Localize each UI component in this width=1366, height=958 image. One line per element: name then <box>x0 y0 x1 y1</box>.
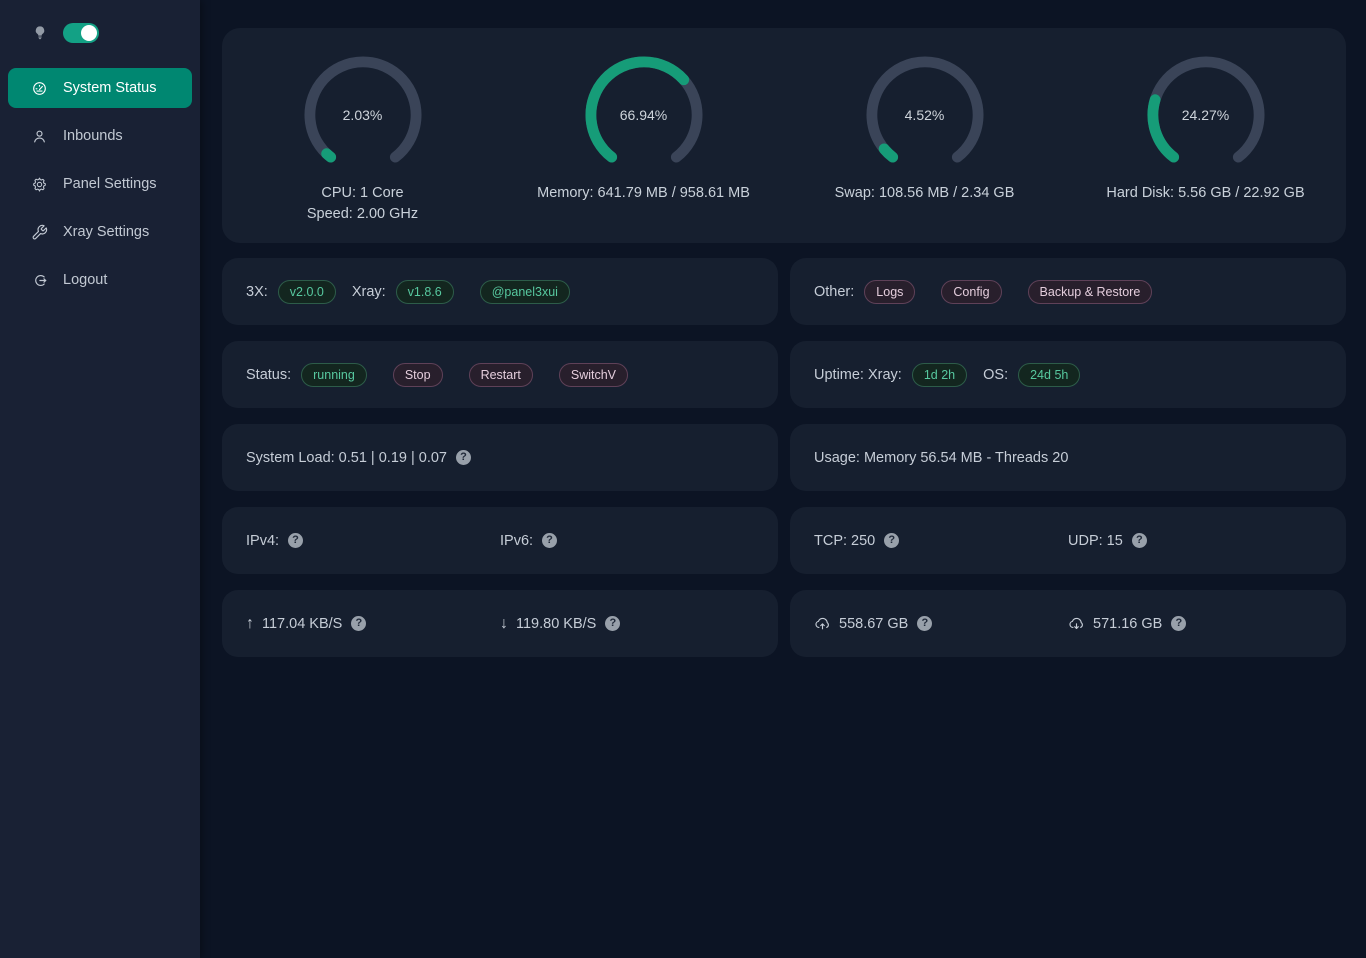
sidebar-item-inbounds[interactable]: Inbounds <box>8 116 192 156</box>
system-load-text: System Load: 0.51 | 0.19 | 0.07 <box>246 450 447 466</box>
status-badge: running <box>301 363 367 387</box>
label-other: Other: <box>814 284 854 300</box>
usage-card: Usage: Memory 56.54 MB - Threads 20 <box>790 424 1346 491</box>
question-circle-icon[interactable]: ? <box>605 616 620 631</box>
toggle-knob <box>81 25 97 41</box>
udp-count: UDP: 15 <box>1068 533 1123 549</box>
ipv6-label: IPv6: <box>500 533 533 549</box>
question-circle-icon[interactable]: ? <box>288 533 303 548</box>
resource-gauges-card: 2.03% CPU: 1 CoreSpeed: 2.00 GHz 66.94% … <box>222 28 1346 243</box>
ip-card: IPv4: ? IPv6: ? <box>222 507 778 574</box>
info-grid: 3X: v2.0.0 Xray: v1.8.6 @panel3xui Other… <box>222 258 1346 657</box>
status-card: Status: running Stop Restart SwitchV <box>222 341 778 408</box>
download-speed: 119.80 KB/S <box>516 616 596 632</box>
download-speed-group: ↓ 119.80 KB/S ? <box>500 615 754 633</box>
xray-version-tag[interactable]: v1.8.6 <box>396 280 454 304</box>
question-circle-icon[interactable]: ? <box>351 616 366 631</box>
udp-group: UDP: 15 ? <box>1068 533 1322 549</box>
usage-text: Usage: Memory 56.54 MB - Threads 20 <box>814 450 1068 466</box>
sidebar-item-logout[interactable]: Logout <box>8 260 192 300</box>
arrow-up-icon: ↑ <box>246 615 254 633</box>
sidebar: System Status Inbounds Panel Settings Xr… <box>0 0 200 958</box>
sidebar-item-label: Panel Settings <box>63 176 157 192</box>
arrow-down-icon: ↓ <box>500 615 508 633</box>
question-circle-icon[interactable]: ? <box>917 616 932 631</box>
sidebar-item-label: Logout <box>63 272 107 288</box>
gear-icon <box>31 176 48 193</box>
net-speed-card: ↑ 117.04 KB/S ? ↓ 119.80 KB/S ? <box>222 590 778 657</box>
light-bulb-icon <box>31 22 49 44</box>
sidebar-item-label: Xray Settings <box>63 224 149 240</box>
ipv4-label: IPv4: <box>246 533 279 549</box>
connections-card: TCP: 250 ? UDP: 15 ? <box>790 507 1346 574</box>
ipv6-group: IPv6: ? <box>500 533 754 549</box>
total-sent: 558.67 GB <box>839 616 908 632</box>
system-status-page: 2.03% CPU: 1 CoreSpeed: 2.00 GHz 66.94% … <box>200 0 1366 958</box>
xray-uptime-badge: 1d 2h <box>912 363 967 387</box>
total-received-group: 571.16 GB ? <box>1068 615 1322 632</box>
tcp-count: TCP: 250 <box>814 533 875 549</box>
logs-button[interactable]: Logs <box>864 280 915 304</box>
os-uptime-badge: 24d 5h <box>1018 363 1080 387</box>
question-circle-icon[interactable]: ? <box>1171 616 1186 631</box>
dark-mode-toggle[interactable] <box>63 23 99 43</box>
switch-version-button[interactable]: SwitchV <box>559 363 628 387</box>
restart-button[interactable]: Restart <box>469 363 533 387</box>
question-circle-icon[interactable]: ? <box>542 533 557 548</box>
panel-version-tag[interactable]: v2.0.0 <box>278 280 336 304</box>
telegram-channel-tag[interactable]: @panel3xui <box>480 280 570 304</box>
sidebar-item-label: Inbounds <box>63 128 123 144</box>
total-received: 571.16 GB <box>1093 616 1162 632</box>
logout-icon <box>31 272 48 289</box>
swap-gauge: 4.52% Swap: 108.56 MB / 2.34 GB <box>784 56 1065 243</box>
label-os: OS: <box>983 367 1008 383</box>
tcp-group: TCP: 250 ? <box>814 533 1068 549</box>
label-xray: Xray: <box>352 284 386 300</box>
user-icon <box>31 128 48 145</box>
ipv4-group: IPv4: ? <box>246 533 500 549</box>
memory-label: Memory: 641.79 MB / 958.61 MB <box>537 183 750 204</box>
cloud-upload-icon <box>814 615 831 632</box>
sidebar-menu: System Status Inbounds Panel Settings Xr… <box>0 68 200 300</box>
backup-restore-button[interactable]: Backup & Restore <box>1028 280 1153 304</box>
cpu-percent: 2.03% <box>304 56 422 174</box>
hard-disk-gauge: 24.27% Hard Disk: 5.56 GB / 22.92 GB <box>1065 56 1346 243</box>
cpu-gauge: 2.03% CPU: 1 CoreSpeed: 2.00 GHz <box>222 56 503 243</box>
hard-disk-label: Hard Disk: 5.56 GB / 22.92 GB <box>1106 183 1304 204</box>
sidebar-item-system-status[interactable]: System Status <box>8 68 192 108</box>
wrench-icon <box>31 224 48 241</box>
label-status: Status: <box>246 367 291 383</box>
config-button[interactable]: Config <box>941 280 1001 304</box>
hard-disk-percent: 24.27% <box>1147 56 1265 174</box>
swap-percent: 4.52% <box>866 56 984 174</box>
cpu-label: CPU: 1 CoreSpeed: 2.00 GHz <box>307 183 418 225</box>
uptime-card: Uptime: Xray: 1d 2h OS: 24d 5h <box>790 341 1346 408</box>
stop-button[interactable]: Stop <box>393 363 443 387</box>
label-3x: 3X: <box>246 284 268 300</box>
sidebar-item-label: System Status <box>63 80 156 96</box>
upload-speed-group: ↑ 117.04 KB/S ? <box>246 615 500 633</box>
system-load-card: System Load: 0.51 | 0.19 | 0.07 ? <box>222 424 778 491</box>
label-uptime-xray: Uptime: Xray: <box>814 367 902 383</box>
theme-toggle-row <box>0 20 200 46</box>
sidebar-item-panel-settings[interactable]: Panel Settings <box>8 164 192 204</box>
question-circle-icon[interactable]: ? <box>456 450 471 465</box>
upload-speed: 117.04 KB/S <box>262 616 342 632</box>
net-total-card: 558.67 GB ? 571.16 GB ? <box>790 590 1346 657</box>
cloud-download-icon <box>1068 615 1085 632</box>
question-circle-icon[interactable]: ? <box>1132 533 1147 548</box>
sidebar-item-xray-settings[interactable]: Xray Settings <box>8 212 192 252</box>
swap-label: Swap: 108.56 MB / 2.34 GB <box>835 183 1015 204</box>
version-card: 3X: v2.0.0 Xray: v1.8.6 @panel3xui <box>222 258 778 325</box>
memory-percent: 66.94% <box>585 56 703 174</box>
total-sent-group: 558.67 GB ? <box>814 615 1068 632</box>
memory-gauge: 66.94% Memory: 641.79 MB / 958.61 MB <box>503 56 784 243</box>
dashboard-icon <box>31 80 48 97</box>
other-card: Other: Logs Config Backup & Restore <box>790 258 1346 325</box>
question-circle-icon[interactable]: ? <box>884 533 899 548</box>
